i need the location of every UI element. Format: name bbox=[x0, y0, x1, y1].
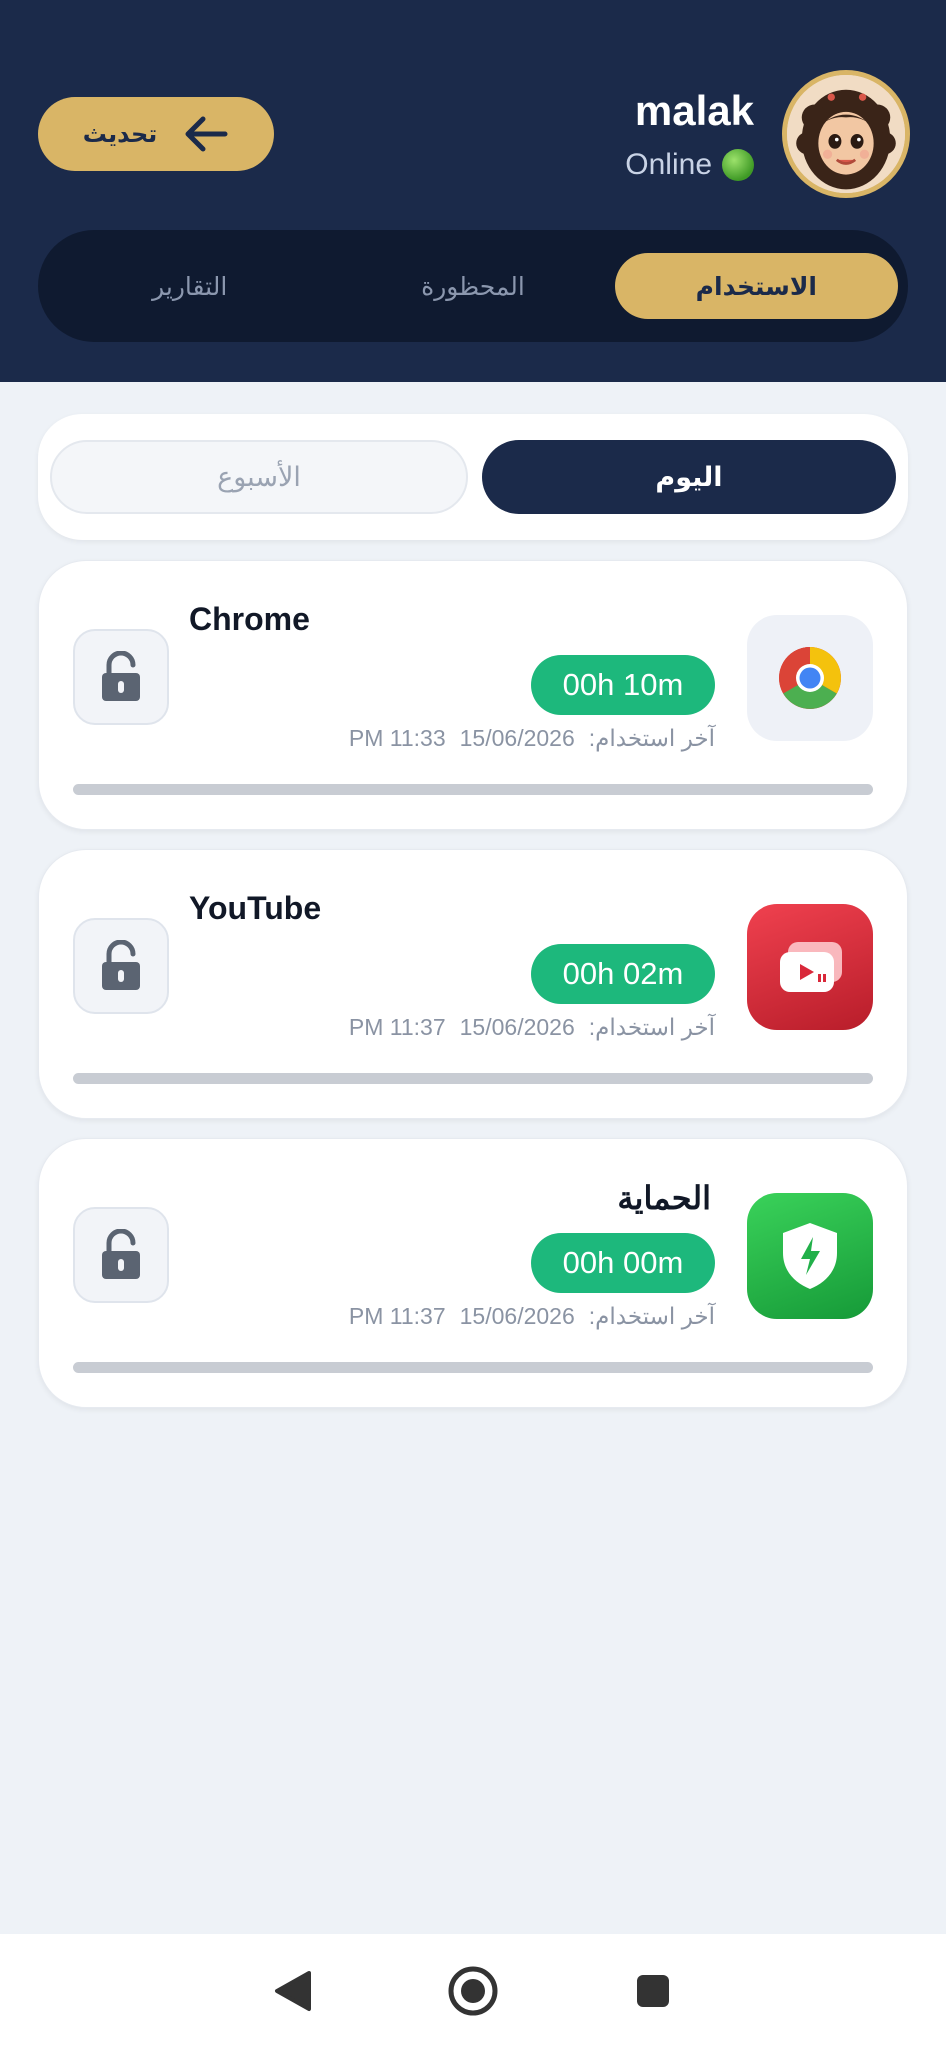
refresh-button[interactable]: تحديث bbox=[38, 97, 274, 171]
period-toggle: اليوم الأسبوع bbox=[38, 414, 908, 540]
last-used-time: PM 11:33 bbox=[348, 725, 446, 751]
unlock-icon bbox=[102, 1229, 140, 1279]
recents-nav-button[interactable] bbox=[623, 1961, 683, 2021]
period-week-button[interactable]: الأسبوع bbox=[50, 440, 468, 514]
refresh-label: تحديث bbox=[82, 120, 158, 148]
avatar-image bbox=[787, 75, 905, 193]
back-triangle-icon bbox=[275, 1971, 311, 2011]
user-name: malak bbox=[634, 87, 754, 134]
usage-progress-bar bbox=[73, 1362, 873, 1373]
back-nav-button[interactable] bbox=[263, 1961, 323, 2021]
app-card-protection[interactable]: الحماية 00h 00m آخر استخدام: 15/06/2026 … bbox=[38, 1138, 908, 1408]
last-used-date: 15/06/2026 bbox=[459, 725, 575, 751]
recents-square-icon bbox=[637, 1975, 669, 2007]
last-used-time: PM 11:37 bbox=[348, 1014, 446, 1040]
last-used-date: 15/06/2026 bbox=[459, 1303, 575, 1329]
lock-toggle-button[interactable] bbox=[73, 1207, 169, 1303]
app-name: الحماية bbox=[617, 1180, 711, 1216]
lock-toggle-button[interactable] bbox=[73, 629, 169, 725]
status-text: Online bbox=[625, 148, 712, 181]
user-profile: malak Online bbox=[625, 70, 910, 198]
usage-time-badge: 00h 10m bbox=[531, 655, 715, 715]
status-indicator: Online bbox=[625, 148, 754, 182]
online-dot-icon bbox=[722, 149, 754, 181]
tab-reports[interactable]: التقارير bbox=[48, 253, 331, 319]
last-used-label: آخر استخدام: bbox=[588, 1014, 715, 1040]
last-used-label: آخر استخدام: bbox=[588, 1303, 715, 1329]
last-used-text: آخر استخدام: 15/06/2026 PM 11:37 bbox=[349, 1014, 715, 1041]
chrome-icon bbox=[747, 615, 873, 741]
last-used-label: آخر استخدام: bbox=[588, 725, 715, 751]
usage-progress-bar bbox=[73, 1073, 873, 1084]
app-card-chrome[interactable]: Chrome 00h 10m آخر استخدام: 15/06/2026 P… bbox=[38, 560, 908, 830]
youtube-icon bbox=[747, 904, 873, 1030]
usage-time-badge: 00h 02m bbox=[531, 944, 715, 1004]
system-navigation-bar bbox=[0, 1934, 946, 2048]
usage-progress-bar bbox=[73, 784, 873, 795]
last-used-date: 15/06/2026 bbox=[459, 1014, 575, 1040]
tab-usage[interactable]: الاستخدام bbox=[614, 253, 898, 319]
arrow-left-icon bbox=[185, 116, 228, 152]
last-used-text: آخر استخدام: 15/06/2026 PM 11:37 bbox=[349, 1303, 715, 1330]
avatar[interactable] bbox=[782, 70, 910, 198]
app-name: Chrome bbox=[189, 601, 310, 637]
unlock-icon bbox=[102, 940, 140, 990]
home-circle-icon bbox=[448, 1966, 498, 2016]
shield-app-icon bbox=[747, 1193, 873, 1319]
app-header: تحديث malak Online الاستخدام المحظورة ال… bbox=[0, 0, 946, 382]
last-used-text: آخر استخدام: 15/06/2026 PM 11:33 bbox=[349, 725, 715, 752]
home-nav-button[interactable] bbox=[443, 1961, 503, 2021]
unlock-icon bbox=[102, 651, 140, 701]
tab-blocked[interactable]: المحظورة bbox=[331, 253, 614, 319]
usage-time-badge: 00h 00m bbox=[531, 1233, 715, 1293]
period-today-button[interactable]: اليوم bbox=[482, 440, 896, 514]
app-card-youtube[interactable]: YouTube 00h 02m آخر استخدام: 15/06/2026 … bbox=[38, 849, 908, 1119]
lock-toggle-button[interactable] bbox=[73, 918, 169, 1014]
app-name: YouTube bbox=[189, 890, 322, 926]
main-tabs: الاستخدام المحظورة التقارير bbox=[38, 230, 908, 342]
last-used-time: PM 11:37 bbox=[348, 1303, 446, 1329]
